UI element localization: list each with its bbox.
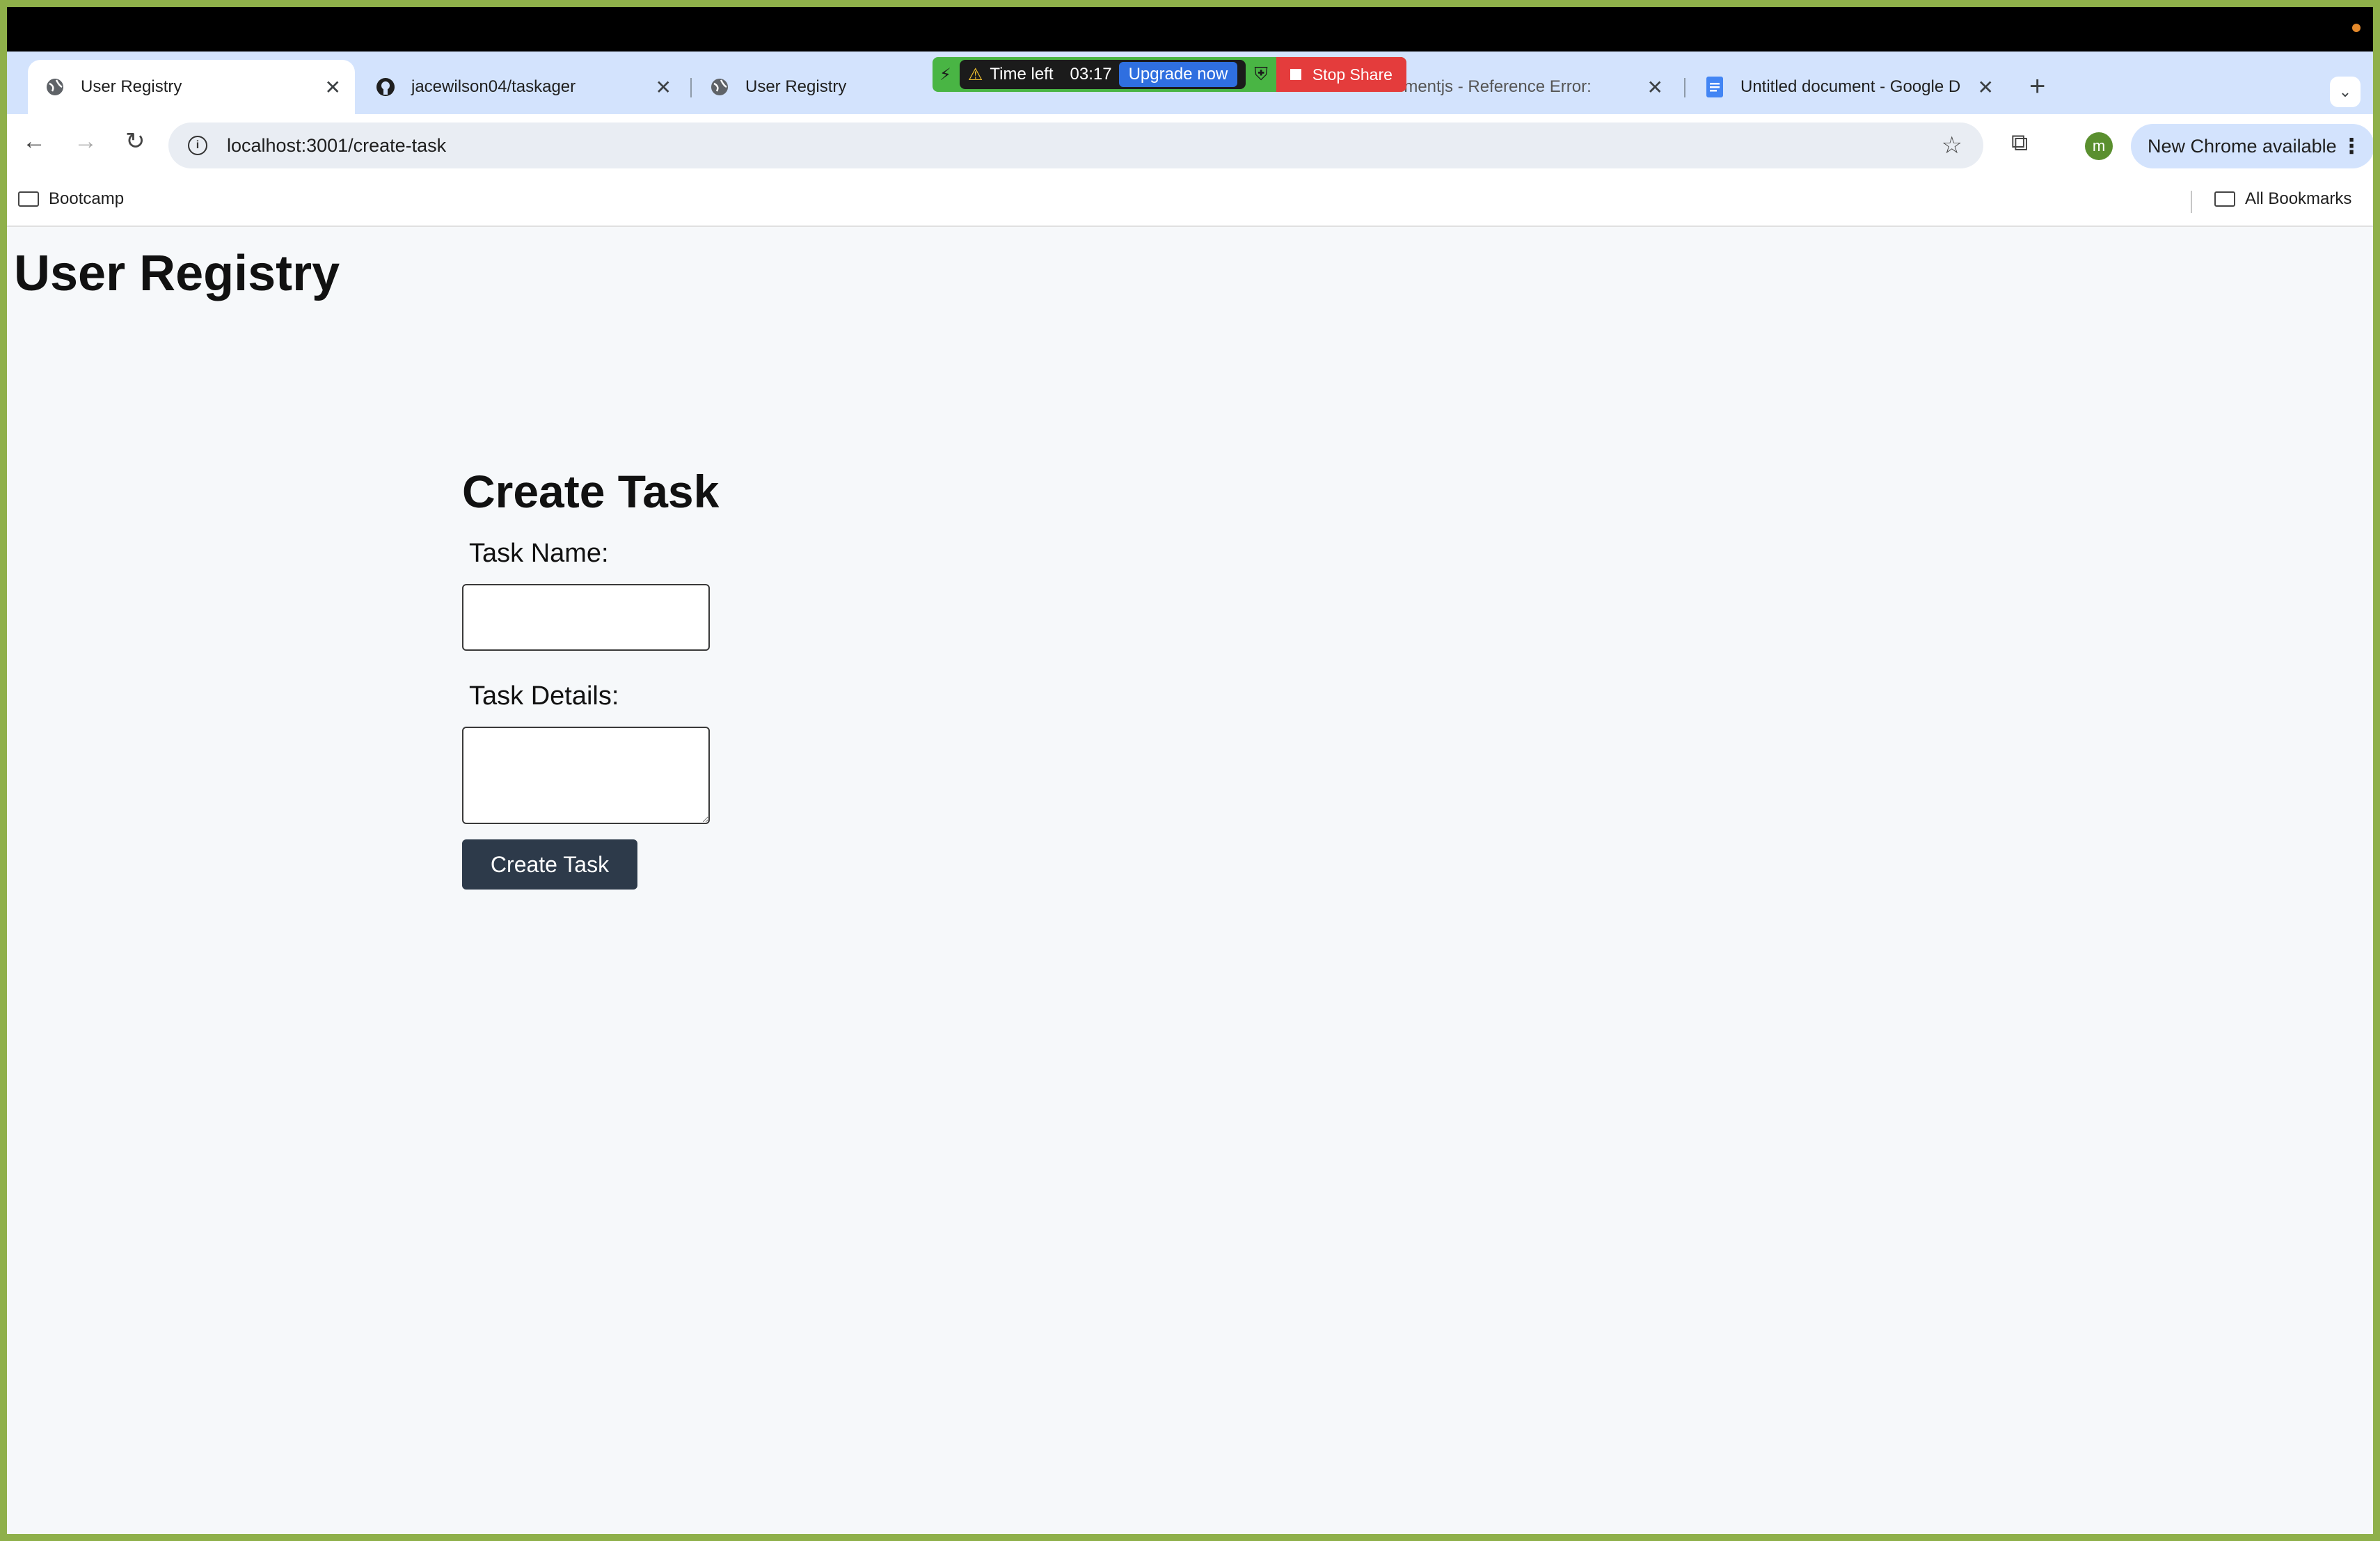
tab-title: User Registry (81, 77, 182, 96)
tab-search-chevron-icon[interactable]: ⌄ (2330, 77, 2361, 107)
screen-frame: User Registry ✕ jacewilson04/taskager ✕ … (7, 7, 2373, 1534)
tab-title: momentjs - Reference Error: (1381, 77, 1592, 96)
shield-icon: ⛨ (1254, 63, 1268, 84)
form-heading: Create Task (462, 466, 720, 517)
recording-indicator-icon (2352, 24, 2361, 32)
new-chrome-available-button[interactable]: New Chrome available ⋮ (2131, 124, 2373, 168)
new-tab-plus-icon[interactable]: + (2029, 72, 2045, 100)
create-task-form: Create Task Task Name: Task Details: Cre… (462, 465, 719, 890)
reload-icon[interactable]: ↻ (125, 129, 145, 153)
tab-title: User Registry (745, 77, 847, 96)
tab-user-registry-2[interactable]: User Registry (692, 60, 943, 114)
bookmark-folder-bootcamp[interactable]: Bootcamp (18, 189, 124, 209)
tab-github[interactable]: jacewilson04/taskager ✕ (358, 60, 685, 114)
folder-icon (2214, 191, 2235, 207)
bookmark-label: All Bookmarks (2245, 189, 2352, 208)
new-chrome-label: New Chrome available (2148, 135, 2337, 157)
task-details-label: Task Details: (469, 681, 619, 711)
tab-separator (1684, 78, 1685, 97)
browser-toolbar: ← → ↻ i localhost:3001/create-task ☆ ⧉ m… (7, 114, 2373, 177)
task-name-input[interactable] (462, 584, 710, 651)
profile-avatar[interactable]: m (2085, 132, 2113, 160)
task-details-textarea[interactable] (462, 727, 710, 824)
kebab-menu-icon[interactable]: ⋮ (2341, 134, 2362, 159)
forward-arrow-icon[interactable]: → (74, 129, 97, 153)
folder-icon (18, 191, 39, 207)
stop-share-button[interactable]: Stop Share (1276, 57, 1406, 92)
time-left-pill: ⚠ Time left 03:17 Upgrade now (959, 60, 1246, 89)
screen-share-overlay: ⚡ ⚠ Time left 03:17 Upgrade now ⛨ Stop S… (933, 57, 1406, 92)
create-task-button[interactable]: Create Task (462, 839, 637, 890)
google-docs-icon (1704, 77, 1725, 97)
task-name-label: Task Name: (469, 539, 609, 568)
github-icon (375, 77, 396, 97)
page-content: User Registry Create Task Task Name: Tas… (7, 228, 2373, 1534)
tab-user-registry-active[interactable]: User Registry ✕ (28, 60, 355, 114)
close-tab-icon[interactable]: ✕ (1978, 76, 1994, 99)
tab-momentjs[interactable]: momentjs - Reference Error: ✕ (1364, 60, 1677, 114)
bookmark-star-icon[interactable]: ☆ (1942, 132, 1962, 159)
time-left-value: 03:17 (1070, 65, 1112, 84)
tab-google-doc[interactable]: Untitled document - Google D ✕ (1688, 60, 2008, 114)
bookmark-label: Bootcamp (49, 189, 125, 208)
tab-title: Untitled document - Google D (1740, 77, 1961, 96)
upgrade-now-button[interactable]: Upgrade now (1118, 62, 1238, 87)
back-arrow-icon[interactable]: ← (22, 129, 46, 153)
all-bookmarks-button[interactable]: All Bookmarks (2214, 189, 2351, 209)
menu-bar (7, 7, 2373, 52)
tab-title: jacewilson04/taskager (411, 77, 576, 96)
bookmarks-separator (2191, 191, 2192, 213)
warning-icon: ⚠ (967, 65, 983, 84)
tab-separator (690, 78, 692, 97)
time-left-label: Time left (990, 65, 1054, 84)
globe-icon (709, 77, 730, 97)
site-info-icon[interactable]: i (188, 136, 207, 155)
address-bar[interactable]: i localhost:3001/create-task ☆ (168, 123, 1983, 168)
stop-icon (1290, 69, 1301, 80)
close-tab-icon[interactable]: ✕ (325, 76, 341, 99)
bookmarks-bar: Bootcamp All Bookmarks (7, 177, 2373, 227)
share-app-icon: ⚡ (939, 65, 951, 84)
extensions-puzzle-icon[interactable]: ⧉ (2011, 129, 2028, 157)
globe-icon (45, 77, 65, 97)
close-tab-icon[interactable]: ✕ (1647, 76, 1663, 99)
url-text[interactable]: localhost:3001/create-task (227, 135, 446, 157)
stop-share-label: Stop Share (1312, 65, 1393, 84)
close-tab-icon[interactable]: ✕ (656, 76, 672, 99)
app-title: User Registry (14, 246, 340, 301)
